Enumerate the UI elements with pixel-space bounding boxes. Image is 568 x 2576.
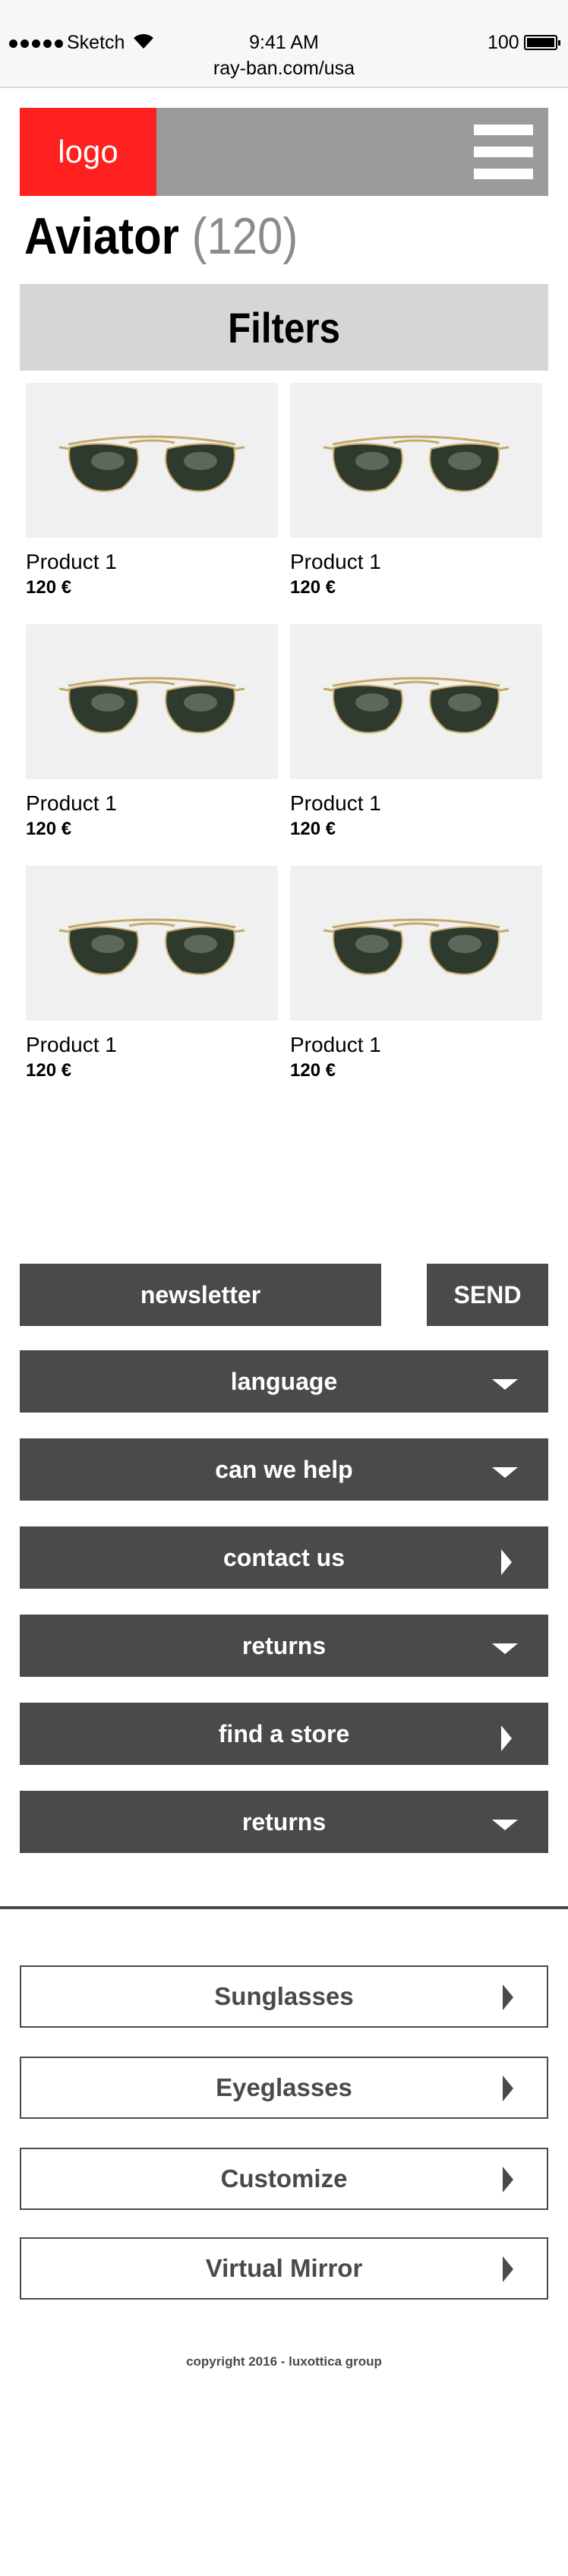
- product-price: 120 €: [26, 577, 72, 598]
- product-name[interactable]: Product 1: [290, 1033, 542, 1057]
- triangle-right-icon: [503, 2167, 513, 2192]
- product-card[interactable]: Product 1 120 €: [290, 383, 542, 598]
- page-title: Aviator (120): [24, 207, 298, 266]
- category-label: Sunglasses: [214, 1982, 354, 2010]
- product-image[interactable]: [26, 866, 278, 1021]
- status-row: Sketch 9:41 AM 100: [0, 29, 568, 59]
- product-name[interactable]: Product 1: [26, 791, 278, 816]
- triangle-down-icon: [492, 1467, 518, 1478]
- product-image[interactable]: [26, 624, 278, 779]
- accordion-label: returns: [241, 1631, 327, 1659]
- product-name[interactable]: Product 1: [290, 791, 542, 816]
- triangle-right-icon: [503, 2256, 513, 2282]
- battery-percent: 100: [488, 32, 519, 53]
- triangle-right-icon: [503, 2076, 513, 2101]
- footer-accordion-item[interactable]: can we help: [20, 1438, 548, 1501]
- footer-accordion-item[interactable]: returns: [20, 1791, 548, 1853]
- product-price: 120 €: [26, 1060, 72, 1081]
- product-image[interactable]: [290, 866, 542, 1021]
- product-name[interactable]: Product 1: [26, 1033, 278, 1057]
- footer-accordion-item[interactable]: contact us: [20, 1526, 548, 1589]
- send-button[interactable]: SEND: [427, 1264, 548, 1326]
- triangle-right-icon: [501, 1549, 512, 1575]
- product-card[interactable]: Product 1 120 €: [26, 624, 278, 840]
- category-label: Virtual Mirror: [205, 2254, 363, 2282]
- product-price: 120 €: [290, 819, 336, 839]
- triangle-right-icon: [503, 1984, 513, 2010]
- footer-accordion-item[interactable]: find a store: [20, 1703, 548, 1765]
- accordion-label: contact us: [222, 1543, 346, 1571]
- product-name[interactable]: Product 1: [26, 550, 278, 574]
- product-price: 120 €: [26, 819, 72, 839]
- battery-icon: [524, 35, 560, 50]
- category-label: Eyeglasses: [216, 2073, 352, 2101]
- product-price: 120 €: [290, 577, 336, 598]
- product-image[interactable]: [290, 383, 542, 538]
- accordion-label: returns: [241, 1807, 327, 1836]
- clock: 9:41 AM: [249, 32, 319, 53]
- category-link[interactable]: Virtual Mirror: [20, 2237, 548, 2300]
- footer-accordion-item[interactable]: returns: [20, 1615, 548, 1677]
- result-count: (120): [191, 207, 298, 265]
- product-card[interactable]: Product 1 120 €: [26, 866, 278, 1081]
- product-price: 120 €: [290, 1060, 336, 1081]
- accordion-label: language: [230, 1367, 338, 1395]
- product-image[interactable]: [290, 624, 542, 779]
- accordion-label: find a store: [218, 1719, 350, 1747]
- logo[interactable]: logo: [20, 108, 156, 196]
- triangle-down-icon: [492, 1820, 518, 1830]
- product-card[interactable]: Product 1 120 €: [26, 383, 278, 598]
- filters-label: Filters: [228, 303, 340, 352]
- category-link[interactable]: Sunglasses: [20, 1965, 548, 2028]
- site-header: logo: [20, 108, 548, 196]
- footer-accordion-item[interactable]: language: [20, 1350, 548, 1413]
- newsletter-field[interactable]: newsletter: [20, 1264, 381, 1326]
- product-name[interactable]: Product 1: [290, 550, 542, 574]
- accordion-label: can we help: [215, 1455, 353, 1483]
- category-label: Customize: [220, 2164, 348, 2192]
- product-image[interactable]: [26, 383, 278, 538]
- triangle-right-icon: [501, 1725, 512, 1751]
- category-link[interactable]: Eyeglasses: [20, 2057, 548, 2119]
- copyright: copyright 2016 - luxottica group: [186, 2354, 382, 2369]
- triangle-down-icon: [492, 1379, 518, 1390]
- hamburger-menu-icon[interactable]: [474, 125, 533, 179]
- product-card[interactable]: Product 1 120 €: [290, 624, 542, 840]
- divider: [0, 1906, 568, 1909]
- page-title-text: Aviator: [24, 207, 179, 265]
- category-link[interactable]: Customize: [20, 2148, 548, 2210]
- filters-button[interactable]: Filters: [20, 284, 548, 371]
- address-bar-url[interactable]: ray-ban.com/usa: [0, 58, 568, 80]
- status-bar: Sketch 9:41 AM 100 ray-ban.com/usa: [0, 0, 568, 88]
- product-card[interactable]: Product 1 120 €: [290, 866, 542, 1081]
- triangle-down-icon: [492, 1643, 518, 1654]
